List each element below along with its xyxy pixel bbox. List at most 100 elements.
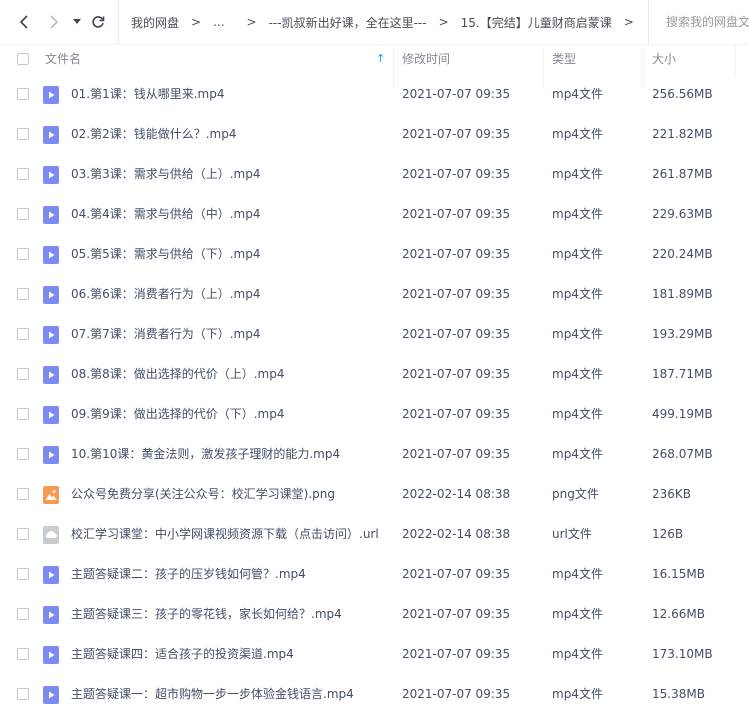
video-file-icon bbox=[43, 366, 59, 384]
scrollbar-track[interactable] bbox=[735, 45, 736, 75]
file-name[interactable]: 主题答疑课一：超市购物一步一步体验金钱语言.mp4 bbox=[71, 674, 354, 714]
file-name[interactable]: 校汇学习课堂：中小学网课视频资源下载（点击访问）.url bbox=[71, 514, 379, 554]
forward-button[interactable] bbox=[44, 12, 64, 32]
file-name[interactable]: 08.第8课：做出选择的代价（上）.mp4 bbox=[71, 354, 284, 394]
file-row[interactable]: 主题答疑课一：超市购物一步一步体验金钱语言.mp4 2021-07-07 09:3… bbox=[0, 674, 749, 714]
file-row[interactable]: 06.第6课：消费者行为（上）.mp4 2021-07-07 09:35 mp4文件… bbox=[0, 274, 749, 314]
file-size: 221.82MB bbox=[652, 127, 713, 141]
row-checkbox[interactable] bbox=[17, 448, 29, 460]
chevron-left-icon bbox=[19, 15, 28, 29]
file-row[interactable]: 10.第10课：黄金法则，激发孩子理财的能力.mp4 2021-07-07 09:… bbox=[0, 434, 749, 474]
back-button[interactable] bbox=[14, 12, 34, 32]
file-type: mp4文件 bbox=[552, 207, 603, 221]
file-size: 268.07MB bbox=[652, 447, 713, 461]
file-name[interactable]: 02.第2课：钱能做什么？.mp4 bbox=[71, 114, 236, 154]
row-checkbox[interactable] bbox=[17, 328, 29, 340]
file-type: mp4文件 bbox=[552, 327, 603, 341]
row-checkbox[interactable] bbox=[17, 528, 29, 540]
file-modified-time: 2021-07-07 09:35 bbox=[402, 87, 511, 101]
video-file-icon bbox=[43, 406, 59, 424]
file-row[interactable]: 07.第7课：消费者行为（下）.mp4 2021-07-07 09:35 mp4文件… bbox=[0, 314, 749, 354]
file-row[interactable]: 03.第3课：需求与供给（上）.mp4 2021-07-07 09:35 mp4文件… bbox=[0, 154, 749, 194]
file-size: 261.87MB bbox=[652, 167, 713, 181]
file-size: 229.63MB bbox=[652, 207, 713, 221]
file-size: 16.15MB bbox=[652, 567, 705, 581]
column-header-name[interactable]: 文件名 bbox=[45, 45, 81, 73]
file-type: mp4文件 bbox=[552, 87, 603, 101]
column-header-type[interactable]: 类型 bbox=[552, 45, 576, 73]
row-checkbox[interactable] bbox=[17, 248, 29, 260]
link-file-icon bbox=[43, 526, 59, 544]
file-row[interactable]: 04.第4课：需求与供给（中）.mp4 2021-07-07 09:35 mp4文件… bbox=[0, 194, 749, 234]
refresh-button[interactable] bbox=[88, 12, 108, 32]
file-size: 15.38MB bbox=[652, 687, 705, 701]
breadcrumb-item-current[interactable]: 15.【完结】儿童财商启蒙课 bbox=[461, 14, 612, 31]
row-checkbox[interactable] bbox=[17, 608, 29, 620]
chevron-right-icon bbox=[50, 15, 59, 29]
file-name[interactable]: 01.第1课：钱从哪里来.mp4 bbox=[71, 74, 224, 114]
refresh-icon bbox=[92, 16, 105, 28]
file-modified-time: 2021-07-07 09:35 bbox=[402, 367, 511, 381]
file-row[interactable]: 09.第9课：做出选择的代价（下）.mp4 2021-07-07 09:35 mp4… bbox=[0, 394, 749, 434]
file-type: mp4文件 bbox=[552, 247, 603, 261]
sort-arrow-icon[interactable]: ↑ bbox=[376, 45, 385, 73]
file-name[interactable]: 03.第3课：需求与供给（上）.mp4 bbox=[71, 154, 260, 194]
file-row[interactable]: 主题答疑课三：孩子的零花钱，家长如何给？.mp4 2021-07-07 09:35… bbox=[0, 594, 749, 634]
file-name[interactable]: 10.第10课：黄金法则，激发孩子理财的能力.mp4 bbox=[71, 434, 340, 474]
file-name[interactable]: 04.第4课：需求与供给（中）.mp4 bbox=[71, 194, 260, 234]
file-name[interactable]: 主题答疑课二：孩子的压岁钱如何管？.mp4 bbox=[71, 554, 306, 594]
file-name[interactable]: 05.第5课：需求与供给（下）.mp4 bbox=[71, 234, 260, 274]
file-name[interactable]: 09.第9课：做出选择的代价（下）.mp4 bbox=[71, 394, 284, 434]
file-type: png文件 bbox=[552, 487, 599, 501]
row-checkbox[interactable] bbox=[17, 208, 29, 220]
video-file-icon bbox=[43, 326, 59, 344]
row-checkbox[interactable] bbox=[17, 648, 29, 660]
file-modified-time: 2021-07-07 09:35 bbox=[402, 207, 511, 221]
file-modified-time: 2021-07-07 09:35 bbox=[402, 327, 511, 341]
file-row[interactable]: 08.第8课：做出选择的代价（上）.mp4 2021-07-07 09:35 mp4… bbox=[0, 354, 749, 394]
breadcrumb-item-folder[interactable]: ---凯叔新出好课，全在这里--- bbox=[269, 14, 427, 31]
row-checkbox[interactable] bbox=[17, 88, 29, 100]
file-row[interactable]: 05.第5课：需求与供给（下）.mp4 2021-07-07 09:35 mp4文件… bbox=[0, 234, 749, 274]
row-checkbox[interactable] bbox=[17, 408, 29, 420]
file-type: mp4文件 bbox=[552, 447, 603, 461]
row-checkbox[interactable] bbox=[17, 688, 29, 700]
breadcrumb-item-my-disk[interactable]: 我的网盘 bbox=[131, 14, 179, 31]
file-name[interactable]: 公众号免费分享(关注公众号：校汇学习课堂).png bbox=[71, 474, 335, 514]
video-file-icon bbox=[43, 446, 59, 464]
video-file-icon bbox=[43, 126, 59, 144]
file-row[interactable]: 公众号免费分享(关注公众号：校汇学习课堂).png 2022-02-14 08:3… bbox=[0, 474, 749, 514]
image-file-icon bbox=[43, 486, 59, 504]
file-row[interactable]: 01.第1课：钱从哪里来.mp4 2021-07-07 09:35 mp4文件 256… bbox=[0, 74, 749, 114]
file-name[interactable]: 07.第7课：消费者行为（下）.mp4 bbox=[71, 314, 260, 354]
row-checkbox[interactable] bbox=[17, 288, 29, 300]
row-checkbox[interactable] bbox=[17, 168, 29, 180]
file-modified-time: 2021-07-07 09:35 bbox=[402, 127, 511, 141]
file-row[interactable]: 02.第2课：钱能做什么？.mp4 2021-07-07 09:35 mp4文件 22… bbox=[0, 114, 749, 154]
history-dropdown-button[interactable] bbox=[70, 12, 84, 32]
row-checkbox[interactable] bbox=[17, 568, 29, 580]
file-name[interactable]: 06.第6课：消费者行为（上）.mp4 bbox=[71, 274, 260, 314]
video-file-icon bbox=[43, 286, 59, 304]
file-name[interactable]: 主题答疑课四：适合孩子的投资渠道.mp4 bbox=[71, 634, 294, 674]
search-input[interactable] bbox=[664, 14, 749, 30]
search-box bbox=[648, 0, 749, 44]
breadcrumb-separator: > bbox=[246, 15, 257, 29]
file-type: mp4文件 bbox=[552, 407, 603, 421]
breadcrumb-item-ellipsis[interactable]: ... bbox=[213, 15, 224, 29]
file-size: 181.89MB bbox=[652, 287, 713, 301]
file-name[interactable]: 主题答疑课三：孩子的零花钱，家长如何给？.mp4 bbox=[71, 594, 342, 634]
column-header-size[interactable]: 大小 bbox=[652, 45, 676, 73]
row-checkbox[interactable] bbox=[17, 368, 29, 380]
top-bar: 我的网盘 > ... > ---凯叔新出好课，全在这里--- > 15.【完结】… bbox=[0, 0, 749, 45]
select-all-checkbox[interactable] bbox=[17, 53, 29, 65]
file-size: 256.56MB bbox=[652, 87, 713, 101]
file-size: 499.19MB bbox=[652, 407, 713, 421]
file-row[interactable]: 主题答疑课二：孩子的压岁钱如何管？.mp4 2021-07-07 09:35 mp4… bbox=[0, 554, 749, 594]
column-header-modified[interactable]: 修改时间 bbox=[402, 45, 450, 73]
video-file-icon bbox=[43, 86, 59, 104]
file-row[interactable]: 校汇学习课堂：中小学网课视频资源下载（点击访问）.url 2022-02-14 0… bbox=[0, 514, 749, 554]
row-checkbox[interactable] bbox=[17, 488, 29, 500]
row-checkbox[interactable] bbox=[17, 128, 29, 140]
file-row[interactable]: 主题答疑课四：适合孩子的投资渠道.mp4 2021-07-07 09:35 mp4文… bbox=[0, 634, 749, 674]
